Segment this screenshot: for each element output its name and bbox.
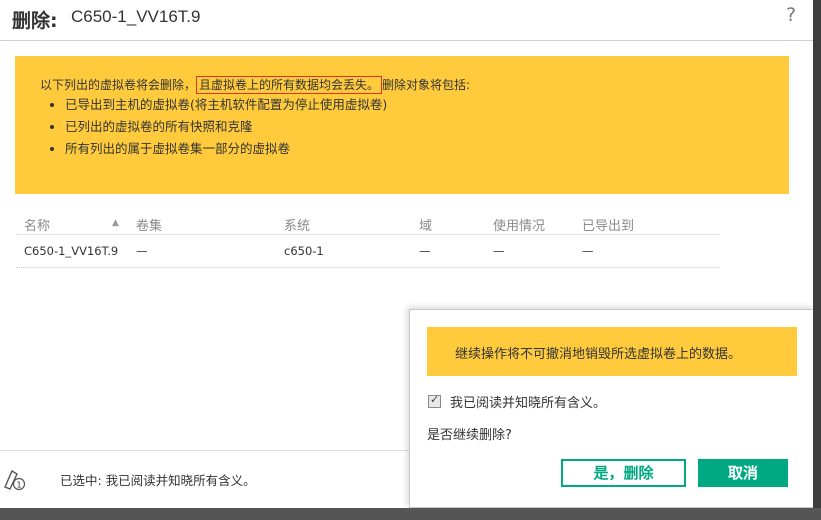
cell-system: c650-1 <box>284 244 324 258</box>
cancel-button[interactable]: 取消 <box>698 459 788 487</box>
dialog-title-prefix: 删除: <box>12 10 58 32</box>
column-header-system[interactable]: 系统 <box>284 215 310 234</box>
user-edit-icon[interactable]: 1 <box>2 465 28 491</box>
warning-item: 已导出到主机的虚拟卷(将主机软件配置为停止使用虚拟卷) <box>65 94 387 116</box>
table-header: 名称 ▲ 卷集 系统 域 使用情况 已导出到 <box>16 210 720 235</box>
window-edge-bottom <box>0 508 821 520</box>
cell-exported-to: — <box>582 244 594 258</box>
confirm-warning-text: 继续操作将不可撤消地销毁所选虚拟卷上的数据。 <box>455 347 742 362</box>
status-text: 已选中: 我已阅读并知晓所有含义。 <box>60 473 256 488</box>
column-header-exported-to[interactable]: 已导出到 <box>582 215 634 234</box>
warning-lead-tail: 删除对象将包括: <box>382 78 471 92</box>
confirm-panel: 继续操作将不可撤消地销毁所选虚拟卷上的数据。 我已阅读并知晓所有含义。 是否继续… <box>409 309 815 508</box>
help-icon[interactable]: ? <box>786 4 796 26</box>
column-header-usage[interactable]: 使用情况 <box>493 215 545 234</box>
delete-dialog: 删除: C650-1_VV16T.9 ? 以下列出的虚拟卷将会删除， 且虚拟卷上的… <box>0 0 821 520</box>
warning-banner: 以下列出的虚拟卷将会删除，且虚拟卷上的所有数据均会丢失。删除对象将包括: 已导出… <box>15 56 789 194</box>
column-header-name[interactable]: 名称 <box>24 215 50 234</box>
sort-ascending-icon[interactable]: ▲ <box>112 218 119 228</box>
warning-list: 已导出到主机的虚拟卷(将主机软件配置为停止使用虚拟卷) 已列出的虚拟卷的所有快照… <box>51 94 387 160</box>
column-header-volume-set[interactable]: 卷集 <box>136 215 162 234</box>
confirm-warning-banner: 继续操作将不可撤消地销毁所选虚拟卷上的数据。 <box>427 327 797 376</box>
warning-lead-text: 以下列出的虚拟卷将会删除， <box>40 78 197 92</box>
warning-highlight: 且虚拟卷上的所有数据均会丢失。 <box>196 76 383 94</box>
window-edge <box>813 0 821 520</box>
svg-text:1: 1 <box>16 481 21 490</box>
warning-lead: 以下列出的虚拟卷将会删除， 且虚拟卷上的所有数据均会丢失。 删除对象将包括: <box>40 76 471 94</box>
cell-domain: — <box>419 244 431 258</box>
watermark: CSDN @heliang@wind.com <box>571 488 804 508</box>
table-row[interactable]: C650-1_VV16T.9 — c650-1 — — — <box>16 235 720 268</box>
warning-item: 所有列出的属于虚拟卷集一部分的虚拟卷 <box>65 138 387 160</box>
confirm-question: 是否继续删除? <box>427 428 512 443</box>
acknowledge-label[interactable]: 我已阅读并知晓所有含义。 <box>450 392 606 411</box>
column-header-domain[interactable]: 域 <box>419 215 432 234</box>
dialog-header: 删除: C650-1_VV16T.9 ? <box>0 0 813 41</box>
warning-item: 已列出的虚拟卷的所有快照和克隆 <box>65 116 387 138</box>
volume-table: 名称 ▲ 卷集 系统 域 使用情况 已导出到 C650-1_VV16T.9 — … <box>16 210 720 268</box>
cell-usage: — <box>493 244 505 258</box>
dialog-title-volume: C650-1_VV16T.9 <box>71 7 201 26</box>
cell-name: C650-1_VV16T.9 <box>24 244 119 258</box>
acknowledge-checkbox[interactable] <box>428 393 441 408</box>
confirm-delete-button[interactable]: 是，删除 <box>561 459 686 487</box>
cell-volume-set: — <box>136 244 148 258</box>
status-bar: 1 已选中: 我已阅读并知晓所有含义。 <box>0 450 410 507</box>
